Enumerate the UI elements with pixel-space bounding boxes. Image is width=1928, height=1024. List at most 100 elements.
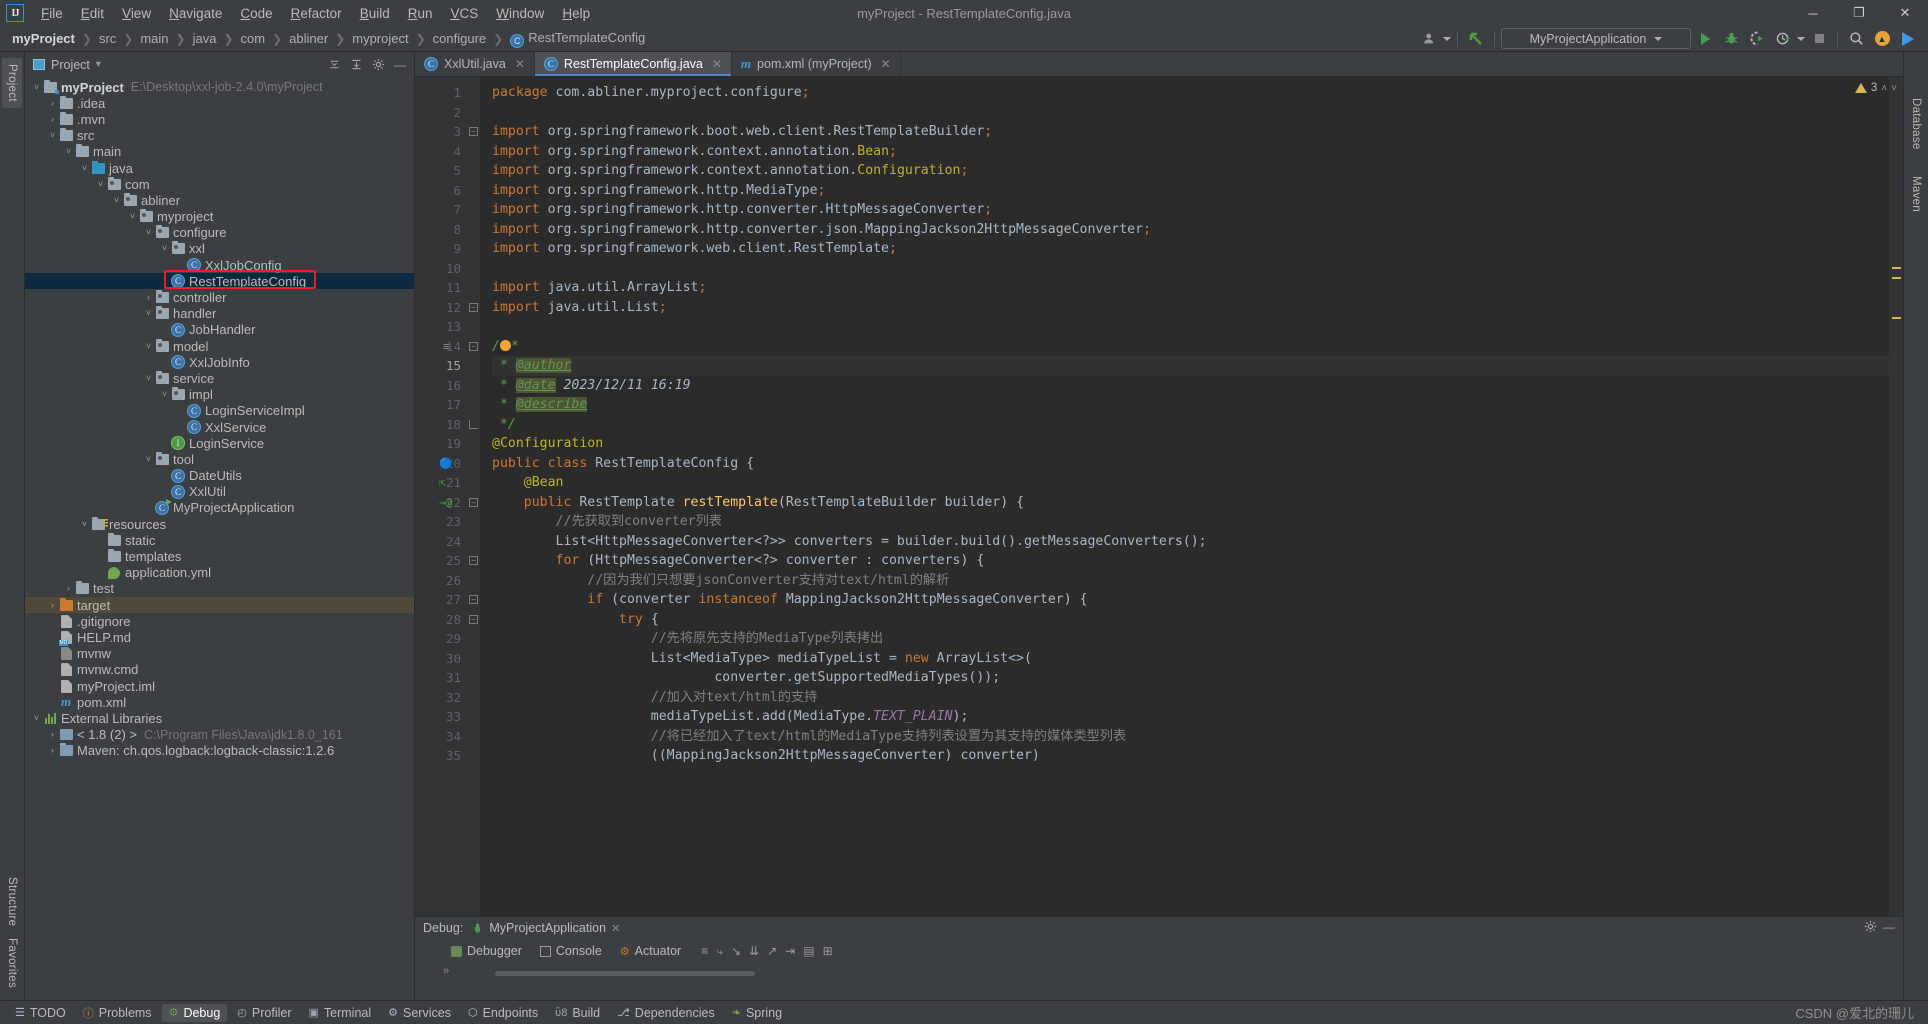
chevron-down-icon[interactable]: ˅ xyxy=(1891,83,1897,94)
menu-item-vcs[interactable]: VCS xyxy=(442,3,488,24)
fold-marker-row[interactable]: − xyxy=(467,337,480,357)
chevron-down-icon[interactable] xyxy=(1443,36,1451,41)
tree-node-myproject[interactable]: ˅ myProject E:\Desktop\xxl-job-2.4.0\myPro… xyxy=(25,79,414,95)
code-line[interactable]: import org.springframework.web.client.Re… xyxy=(492,239,1903,259)
debug-tabs[interactable]: Debugger Console ⚙ Actuator ≡ ⤷ ↘ ⇊ ↗ ⇥ ▤ ⊞ xyxy=(415,939,1903,963)
code-line[interactable]: converter.getSupportedMediaTypes()); xyxy=(492,668,1903,688)
rail-tab-maven[interactable]: Maven xyxy=(1906,170,1926,218)
tree-expander-icon[interactable]: › xyxy=(95,568,106,577)
tree-expander-icon[interactable]: › xyxy=(159,277,170,286)
tree-expander-icon[interactable]: ˅ xyxy=(143,341,154,351)
debug-tab-actuator[interactable]: ⚙ Actuator xyxy=(612,942,689,960)
warning-marker[interactable] xyxy=(1892,277,1901,279)
close-icon[interactable]: ✕ xyxy=(515,57,525,71)
debug-toolbar[interactable]: ≡ ⤷ ↘ ⇊ ↗ ⇥ ▤ ⊞ xyxy=(701,944,832,959)
menu-item-refactor[interactable]: Refactor xyxy=(282,3,351,24)
status-item-debug[interactable]: ⚙ Debug xyxy=(161,1003,228,1022)
update-icon[interactable]: ▲ xyxy=(1870,28,1894,50)
breadcrumb-item-src[interactable]: src xyxy=(97,31,118,46)
vcs-update-icon[interactable] xyxy=(1464,28,1488,50)
fold-marker-row[interactable] xyxy=(467,668,480,688)
code-line[interactable]: import org.springframework.boot.web.clie… xyxy=(492,122,1903,142)
tree-expander-icon[interactable]: ˅ xyxy=(143,373,154,383)
menu-icon[interactable]: ≡ xyxy=(701,944,708,958)
fold-marker-row[interactable] xyxy=(467,395,480,415)
code-line[interactable]: import org.springframework.http.MediaTyp… xyxy=(492,181,1903,201)
menu-item-build[interactable]: Build xyxy=(351,3,399,24)
debug-button[interactable] xyxy=(1719,28,1743,50)
breadcrumb-item-configure[interactable]: configure xyxy=(431,31,488,46)
breadcrumb-item-com[interactable]: com xyxy=(239,31,268,46)
code-line[interactable]: List<MediaType> mediaTypeList = new Arra… xyxy=(492,649,1903,669)
step-out-icon[interactable]: ↗ xyxy=(767,944,777,958)
code-line[interactable]: try { xyxy=(492,610,1903,630)
debug-panel-actions[interactable]: — xyxy=(1864,920,1895,936)
tree-node-myprojectapplication[interactable]: ›CMyProjectApplication xyxy=(25,498,414,516)
tree-expander-icon[interactable]: › xyxy=(95,536,106,545)
horizontal-scrollbar[interactable] xyxy=(495,971,755,976)
editor-scrollbar[interactable] xyxy=(1889,77,1903,916)
project-tree[interactable]: ˅ myProject E:\Desktop\xxl-job-2.4.0\myPro… xyxy=(25,77,414,1000)
tree-node-myproject-iml[interactable]: › myProject.iml xyxy=(25,678,414,694)
fold-marker-row[interactable]: − xyxy=(467,493,480,513)
step-over-icon[interactable]: ⤷ xyxy=(716,944,723,959)
tree-node-src[interactable]: ˅ src xyxy=(25,128,414,144)
tree-expander-icon[interactable]: › xyxy=(47,746,58,755)
fold-marker-row[interactable]: − xyxy=(467,610,480,630)
fold-marker-row[interactable] xyxy=(467,142,480,162)
window-controls[interactable]: ─ ❐ ✕ xyxy=(1790,0,1928,26)
fold-marker-row[interactable] xyxy=(467,239,480,259)
tree-expander-icon[interactable]: › xyxy=(47,698,58,707)
fold-marker-row[interactable]: − xyxy=(467,298,480,318)
tree-node-test[interactable]: › test xyxy=(25,581,414,597)
menu-item-navigate[interactable]: Navigate xyxy=(160,3,231,24)
code-line[interactable]: //先将原先支持的MediaType列表拷出 xyxy=(492,629,1903,649)
tree-node-resources[interactable]: ˅ resources xyxy=(25,516,414,532)
tree-node-mvnw-cmd[interactable]: › mvnw.cmd xyxy=(25,662,414,678)
code-editor[interactable]: 1 2 3 4 5 6 7 8 9 10 11 12 13 ≡ 14 15 16 17 18 19 🔵 20 ⇱ 21 →@ 22… xyxy=(415,77,1903,916)
tree-node-xxljobconfig[interactable]: ›C XxlJobConfig xyxy=(25,257,414,273)
tree-expander-icon[interactable]: › xyxy=(47,98,58,108)
chevron-down-icon-2[interactable] xyxy=(1797,36,1805,41)
tree-node-maven--ch-qos-logback-logback-classic-1-2-6[interactable]: › Maven: ch.qos.logback:logback-classic:1… xyxy=(25,743,414,759)
fold-marker-row[interactable] xyxy=(467,512,480,532)
status-item-problems[interactable]: ⓘ Problems xyxy=(76,1003,159,1023)
run-configuration-selector[interactable]: MyProjectApplication xyxy=(1501,28,1691,49)
left-tool-rail[interactable]: Project Structure Favorites xyxy=(0,52,25,1000)
code-line[interactable]: @Bean xyxy=(492,473,1903,493)
project-panel-buttons[interactable]: — xyxy=(324,55,410,75)
code-line[interactable]: * @date 2023/12/11 16:19 xyxy=(492,376,1903,396)
tree-expander-icon[interactable]: › xyxy=(159,325,170,334)
status-bar[interactable]: ☰ TODO ⓘ Problems ⚙ Debug ◴ Profiler ▣ Terminal ⚙ S… xyxy=(0,1000,1928,1024)
fold-marker-row[interactable] xyxy=(467,161,480,181)
code-line[interactable]: public class RestTemplateConfig { xyxy=(492,454,1903,474)
tree-node-pom-xml[interactable]: ›m pom.xml xyxy=(25,694,414,710)
hide-icon[interactable]: — xyxy=(390,55,410,75)
tree-node-loginservice[interactable]: ›I LoginService xyxy=(25,435,414,451)
run-button[interactable] xyxy=(1693,28,1717,50)
fold-marker-row[interactable] xyxy=(467,356,480,376)
chevron-down-icon[interactable] xyxy=(1654,36,1663,41)
tree-node---1-8--2---[interactable]: › < 1.8 (2) > C:\Program Files\Java\jdk1.8… xyxy=(25,727,414,743)
collapse-fold-icon[interactable]: − xyxy=(469,497,478,507)
chevron-up-icon[interactable]: ˄ xyxy=(1881,83,1887,94)
code-line[interactable]: public RestTemplate restTemplate(RestTem… xyxy=(492,493,1903,513)
settings-gear-icon[interactable] xyxy=(368,55,388,75)
fold-marker-row[interactable] xyxy=(467,278,480,298)
fold-marker-row[interactable] xyxy=(467,454,480,474)
menu-item-run[interactable]: Run xyxy=(399,3,442,24)
fold-marker-row[interactable] xyxy=(467,181,480,201)
inspection-status[interactable]: 3 ˄ ˅ xyxy=(1854,77,1903,99)
fold-marker-row[interactable] xyxy=(467,259,480,279)
tree-expander-icon[interactable]: ˅ xyxy=(79,163,90,173)
status-item-services[interactable]: ⚙ Services xyxy=(381,1004,458,1022)
status-item-todo[interactable]: ☰ TODO xyxy=(8,1004,73,1022)
tree-expander-icon[interactable]: › xyxy=(159,439,170,448)
editor-tab-resttemplateconfig-java[interactable]: C RestTemplateConfig.java ✕ xyxy=(534,52,732,76)
breadcrumb-item-main[interactable]: main xyxy=(138,31,170,46)
tree-node--gitignore[interactable]: › .gitignore xyxy=(25,613,414,629)
fold-marker-row[interactable] xyxy=(467,746,480,766)
rail-tab-favorites[interactable]: Favorites xyxy=(2,932,22,994)
collapse-fold-icon[interactable]: − xyxy=(469,302,478,312)
tree-node-tool[interactable]: ˅ tool xyxy=(25,451,414,467)
